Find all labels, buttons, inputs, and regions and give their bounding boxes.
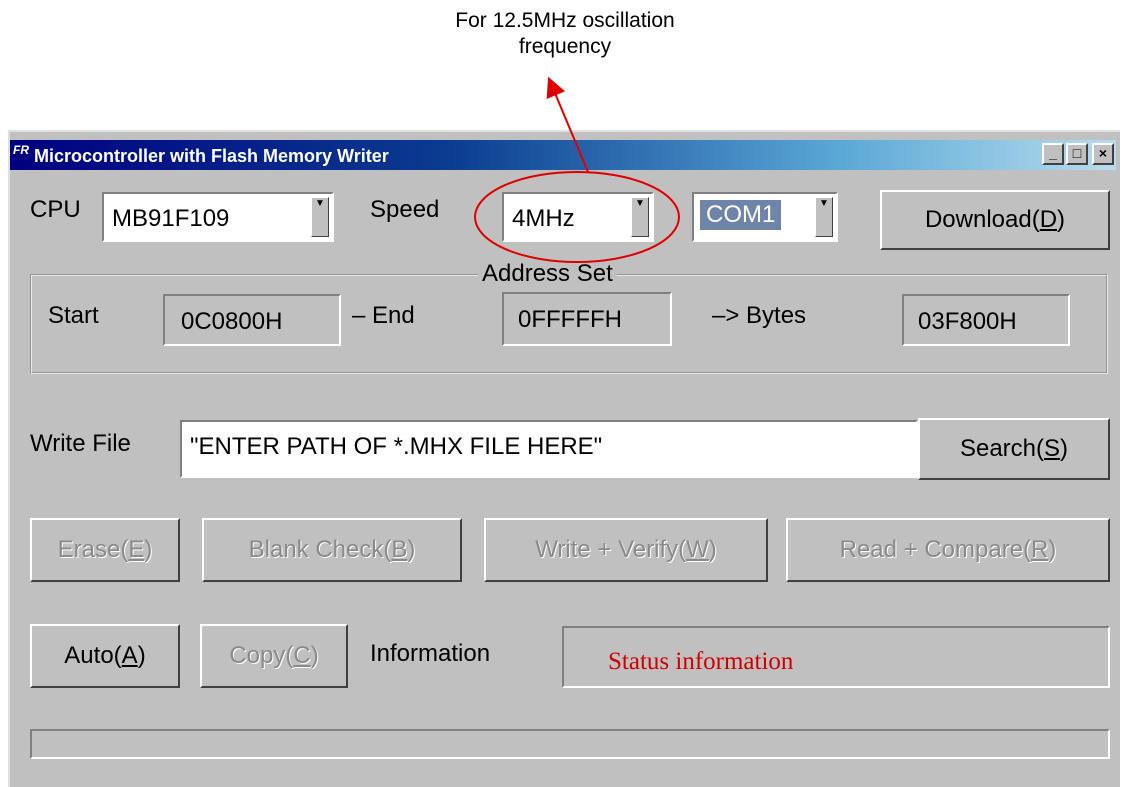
annotation-line-1: For 12.5MHz oscillation: [455, 9, 675, 32]
close-button[interactable]: ×: [1092, 143, 1114, 165]
auto-label: Auto(: [64, 642, 122, 669]
annotation-line-2: frequency: [518, 35, 612, 58]
download-button[interactable]: Download(D): [880, 190, 1110, 250]
start-address-value: 0C0800H: [181, 308, 283, 335]
information-panel: Status information: [562, 626, 1110, 688]
bytes-field: 03F800H: [902, 294, 1070, 346]
minimize-icon: _: [1049, 145, 1057, 161]
write-verify-hotkey: W: [686, 536, 709, 563]
write-verify-label: Write + Verify(: [535, 536, 687, 563]
cpu-select-value: MB91F109: [112, 205, 230, 232]
search-label-end: ): [1060, 435, 1069, 462]
cpu-dropdown-arrow-icon[interactable]: ▼: [311, 197, 329, 237]
com-port-value: COM1: [700, 200, 782, 230]
write-verify-label-end: ): [708, 536, 717, 563]
maximize-icon: □: [1072, 145, 1082, 161]
write-verify-button[interactable]: Write + Verify(W): [484, 518, 768, 582]
annotation-callout: For 12.5MHz oscillation frequency: [395, 8, 735, 60]
download-hotkey: D: [1039, 206, 1058, 233]
write-file-label: Write File: [30, 430, 131, 457]
speed-dropdown-arrow-icon[interactable]: ▼: [631, 197, 649, 237]
start-address-field: 0C0800H: [163, 294, 341, 346]
copy-label: Copy(: [229, 642, 294, 669]
search-label: Search(: [959, 435, 1045, 462]
bytes-label: –> Bytes: [712, 302, 807, 329]
copy-label-end: ): [310, 642, 319, 669]
end-label: – End: [352, 302, 415, 329]
start-label: Start: [48, 302, 99, 329]
download-label-end: ): [1057, 206, 1066, 233]
speed-select[interactable]: 4MHz ▼: [502, 192, 654, 242]
cpu-label: CPU: [30, 196, 81, 223]
write-file-input[interactable]: "ENTER PATH OF *.MHX FILE HERE": [180, 420, 918, 478]
progress-bar: [30, 729, 1110, 759]
download-label: Download(: [924, 206, 1040, 233]
address-set-label: Address Set: [478, 260, 617, 288]
end-address-field: 0FFFFFH: [502, 292, 672, 346]
speed-label: Speed: [370, 196, 440, 223]
minimize-button[interactable]: _: [1042, 143, 1064, 165]
copy-button[interactable]: Copy(C): [200, 624, 348, 688]
read-compare-label: Read + Compare(: [839, 536, 1032, 563]
copy-hotkey: C: [293, 642, 311, 669]
bytes-value: 03F800H: [918, 308, 1017, 335]
erase-hotkey: E: [128, 536, 145, 563]
cpu-select[interactable]: MB91F109 ▼: [102, 192, 334, 242]
read-compare-hotkey: R: [1031, 536, 1049, 563]
blank-check-button[interactable]: Blank Check(B): [202, 518, 462, 582]
end-address-value: 0FFFFFH: [518, 306, 622, 333]
erase-label: Erase(: [57, 536, 129, 563]
window-title: Microcontroller with Flash Memory Writer: [34, 146, 389, 166]
read-compare-label-end: ): [1048, 536, 1057, 563]
blank-check-label-end: ): [407, 536, 416, 563]
speed-select-value: 4MHz: [512, 205, 575, 232]
search-button[interactable]: Search(S): [918, 418, 1110, 480]
close-icon: ×: [1098, 145, 1108, 161]
com-dropdown-arrow-icon[interactable]: ▼: [815, 197, 833, 237]
information-label: Information: [370, 640, 491, 667]
com-port-select[interactable]: COM1 ▼: [692, 192, 838, 242]
blank-check-label: Blank Check(: [248, 536, 392, 563]
search-hotkey: S: [1044, 435, 1061, 462]
auto-hotkey: A: [121, 642, 138, 669]
erase-label-end: ): [144, 536, 153, 563]
read-compare-button[interactable]: Read + Compare(R): [786, 518, 1110, 582]
auto-label-end: ): [137, 642, 146, 669]
status-text: Status information: [608, 648, 794, 675]
auto-button[interactable]: Auto(A): [30, 624, 180, 688]
maximize-button[interactable]: □: [1066, 143, 1088, 165]
blank-check-hotkey: B: [391, 536, 408, 563]
fr-app-icon: FR: [13, 143, 29, 157]
write-file-value: "ENTER PATH OF *.MHX FILE HERE": [190, 433, 603, 460]
erase-button[interactable]: Erase(E): [30, 518, 180, 582]
